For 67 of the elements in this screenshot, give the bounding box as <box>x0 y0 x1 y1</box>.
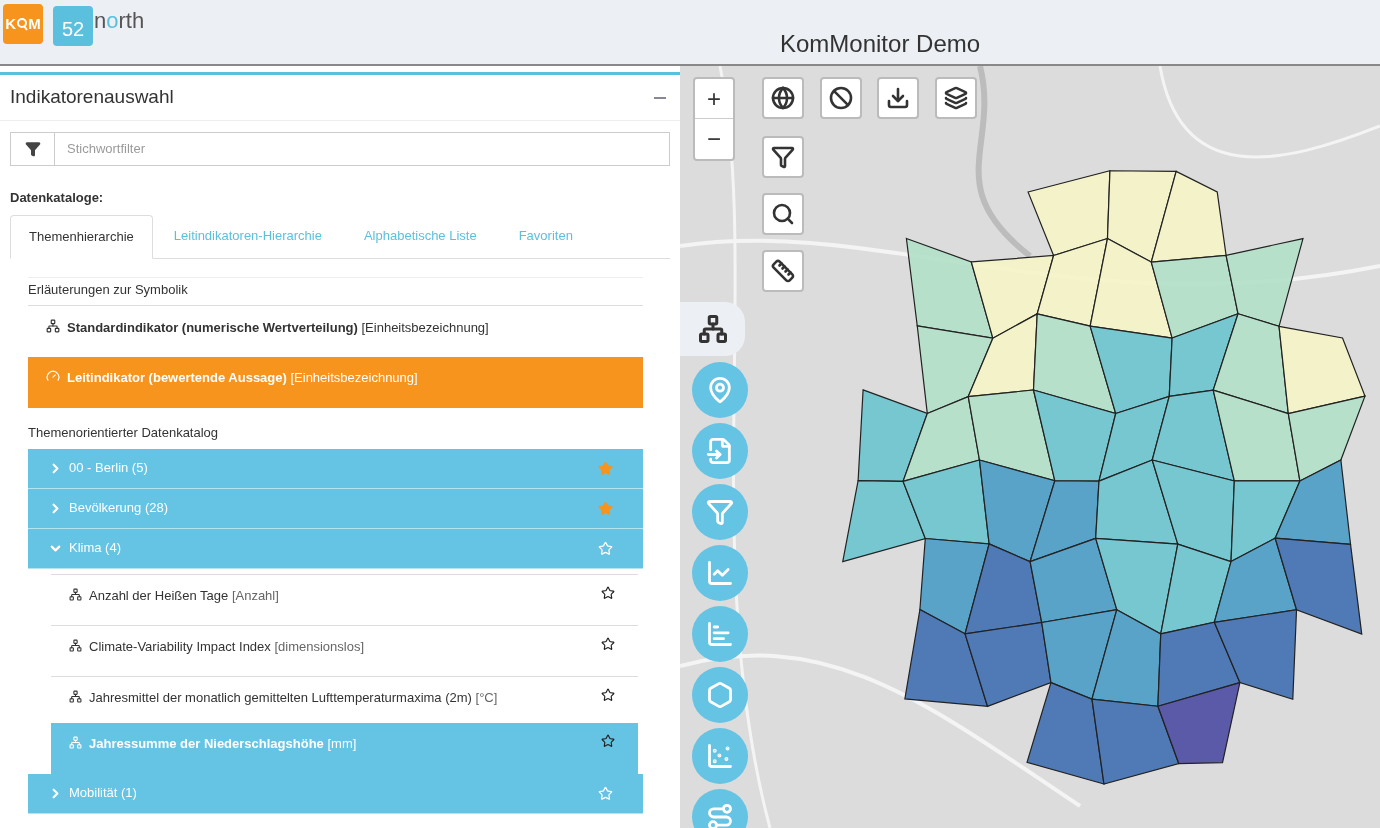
legend-text: Leitindikator (bewertende Aussage) [Einheitsbezeichnung] <box>67 369 418 387</box>
catalogs-label: Datenkataloge: <box>10 189 105 207</box>
globe-icon <box>771 86 795 110</box>
catalog-tab[interactable]: Favoriten <box>497 214 594 258</box>
search-button[interactable] <box>762 193 804 235</box>
indicator-row[interactable]: Anzahl der Heißen Tage [Anzahl] <box>51 573 638 625</box>
ban-button[interactable] <box>820 77 862 119</box>
indicator-name: Jahresmittel der monatlich gemittelten Lufttemperaturmaxima (2m) [°C] <box>89 688 499 707</box>
hierarchy-icon <box>69 587 82 601</box>
panel-title: Indikatorenauswahl <box>10 85 174 110</box>
topic-row[interactable]: Mobilität (1) <box>28 773 643 814</box>
favorite-star-icon[interactable] <box>601 636 615 651</box>
download-icon <box>886 86 910 110</box>
import-icon <box>706 437 734 465</box>
indicator-row[interactable]: Jahressumme der Niederschlagshöhe [mm] <box>51 722 638 774</box>
map-view[interactable]: + − <box>680 66 1380 828</box>
favorite-star-icon[interactable] <box>601 687 615 702</box>
hierarchy-icon <box>46 319 60 333</box>
hierarchy-icon <box>69 735 82 749</box>
legend-title: Erläuterungen zur Symbolik <box>28 276 643 306</box>
ban-icon <box>829 86 853 110</box>
topic-row[interactable]: Bevölkerung (28) <box>28 488 643 529</box>
favorite-star-icon[interactable] <box>601 733 615 748</box>
filter-icon <box>24 141 41 157</box>
catalog-tab[interactable]: Leitindikatoren-Hierarchie <box>152 214 343 258</box>
zoom-out-button[interactable]: − <box>695 119 733 159</box>
catalog-tab[interactable]: Alphabetische Liste <box>342 214 498 258</box>
layers-button[interactable] <box>935 77 977 119</box>
search-icon <box>771 202 795 226</box>
favorite-star-icon[interactable] <box>601 585 615 600</box>
ruler-icon <box>771 259 795 283</box>
download-button[interactable] <box>877 77 919 119</box>
hierarchy-icon <box>697 314 728 344</box>
radar-icon <box>706 681 734 709</box>
zoom-in-button[interactable]: + <box>695 79 733 119</box>
pin-icon <box>706 376 734 404</box>
favorite-star-icon[interactable] <box>598 460 613 476</box>
line-icon <box>706 559 734 587</box>
52north-logo[interactable]: 52 north <box>53 4 145 47</box>
filter-icon <box>706 498 734 526</box>
keyword-filter-input[interactable]: Stichwortfilter <box>55 132 670 166</box>
favorite-star-icon[interactable] <box>598 500 613 516</box>
side-tab[interactable] <box>680 302 745 356</box>
bars-icon <box>706 620 734 648</box>
layers-icon <box>944 86 968 110</box>
indicator-name: Climate-Variability Impact Index [dimensionslos] <box>89 637 366 656</box>
topic-row[interactable]: Klima (4) <box>28 528 643 569</box>
hierarchy-icon <box>69 638 82 652</box>
topic-row[interactable]: 00 - Berlin (5) <box>28 448 643 489</box>
legend-text: Standardindikator (numerische Wertverteilung) [Einheitsbezeichnung] <box>67 319 489 337</box>
indicator-row[interactable]: Climate-Variability Impact Index [dimensionslos] <box>51 624 638 676</box>
hierarchy-icon <box>69 689 82 703</box>
catalog-title: Themenorientierter Datenkatalog <box>28 424 220 442</box>
app-title: KomMonitor Demo <box>780 29 981 59</box>
magnifier-icon <box>16 17 29 31</box>
filter-icon <box>771 145 795 169</box>
ruler-button[interactable] <box>762 250 804 292</box>
filter-button[interactable] <box>762 136 804 178</box>
route-icon <box>706 803 734 828</box>
kom-logo[interactable]: K M <box>3 4 43 44</box>
gauge-icon <box>46 369 60 383</box>
catalog-tab[interactable]: Themenhierarchie <box>10 214 153 259</box>
globe-button[interactable] <box>762 77 804 119</box>
indicator-name: Anzahl der Heißen Tage [Anzahl] <box>89 586 280 605</box>
indicator-name: Jahressumme der Niederschlagshöhe [mm] <box>89 734 358 753</box>
scatter-icon <box>706 742 734 770</box>
minus-icon <box>654 96 666 99</box>
